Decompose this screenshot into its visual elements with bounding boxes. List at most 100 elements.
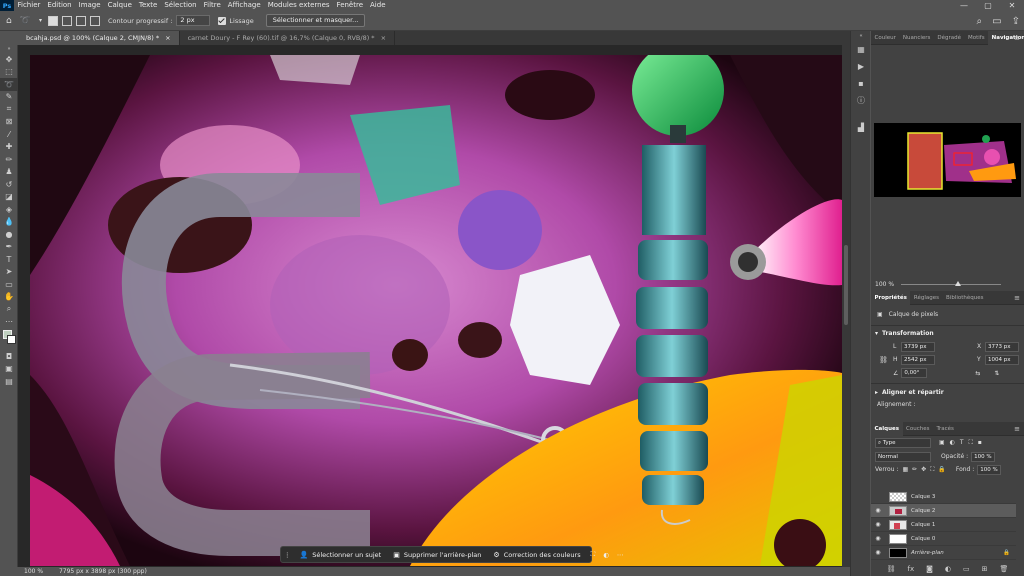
lasso-tool-icon[interactable]: ➰ (20, 16, 31, 26)
angle-field[interactable]: 0,00° (901, 368, 928, 378)
new-group-icon[interactable]: ▭ (963, 565, 970, 573)
brush-tool-icon[interactable]: ✏ (0, 153, 18, 166)
image-canvas[interactable] (30, 55, 842, 566)
tab-couches[interactable]: Couches (903, 422, 933, 436)
lock-icons[interactable]: ▦✏✥⛶🔒 (902, 466, 949, 474)
y-field[interactable]: 1004 px (985, 354, 1019, 365)
add-selection-icon[interactable] (61, 15, 72, 26)
layer-filter-select[interactable]: ⌕ Type (875, 438, 931, 448)
antialias-checkbox[interactable] (218, 16, 227, 25)
comments-icon[interactable]: ▪ (851, 75, 871, 92)
close-tab-icon[interactable]: × (165, 34, 170, 42)
workspace-icon[interactable]: ▭ (992, 16, 1001, 27)
history-icon[interactable]: ▦ (851, 41, 871, 58)
vertical-scrollbar[interactable] (842, 45, 850, 567)
more-tools-icon[interactable]: ⋯ (0, 316, 18, 329)
remove-background-button[interactable]: ▣ Supprimer l'arrière-plan (387, 546, 487, 563)
tab-couleur[interactable]: Couleur (871, 31, 899, 45)
flip-vertical-icon[interactable]: ⇅ (994, 370, 999, 377)
menu-modules-externes[interactable]: Modules externes (264, 0, 333, 11)
drag-handle-icon[interactable]: ⋮ (281, 546, 294, 563)
opacity-field[interactable]: 100 % (971, 451, 996, 462)
fx-icon[interactable]: fx (907, 565, 914, 573)
minimize-icon[interactable]: — (952, 0, 976, 11)
collapse-icon[interactable]: « (851, 31, 871, 41)
chain-icon[interactable]: ⛓ (879, 356, 893, 364)
layer-row[interactable]: Calque 3 (871, 490, 1016, 504)
link-layers-icon[interactable]: ⛓ (887, 565, 896, 573)
type-tool-icon[interactable]: T (0, 253, 18, 266)
eye-icon[interactable]: ◉ (871, 507, 885, 514)
width-field[interactable]: 3739 px (901, 341, 935, 352)
select-subject-button[interactable]: 👤 Sélectionner un sujet (294, 546, 388, 563)
menu-texte[interactable]: Texte (135, 0, 160, 11)
layer-row[interactable]: ◉ Calque 1 (871, 518, 1016, 532)
menu-edition[interactable]: Edition (44, 0, 75, 11)
stamp-tool-icon[interactable]: ♟ (0, 166, 18, 179)
menu-affichage[interactable]: Affichage (224, 0, 264, 11)
menu-fenetre[interactable]: Fenêtre (333, 0, 366, 11)
eraser-tool-icon[interactable]: ◪ (0, 191, 18, 204)
color-correction-button[interactable]: ⚙ Correction des couleurs (487, 546, 586, 563)
delete-layer-icon[interactable]: 🗑 (1000, 565, 1009, 573)
panel-menu-icon[interactable]: ≡ (1014, 422, 1020, 436)
transform-icon[interactable]: ⛶ (587, 546, 600, 563)
quick-mask-icon[interactable]: ◘ (0, 350, 18, 363)
screen-mode-icon[interactable]: ▣ (0, 363, 18, 376)
frame-tool-icon[interactable]: ⊠ (0, 116, 18, 129)
panel-menu-icon[interactable]: ≡ (1014, 291, 1020, 305)
contrast-icon[interactable]: ◐ (599, 546, 613, 563)
dodge-tool-icon[interactable]: ● (0, 228, 18, 241)
tab-bcahja[interactable]: bcahja.psd @ 100% (Calque 2, CMJN/8) * × (18, 31, 180, 45)
eye-icon[interactable]: ◉ (871, 535, 885, 542)
subtract-selection-icon[interactable] (75, 15, 86, 26)
zoom-slider-knob[interactable] (955, 281, 961, 286)
flip-horizontal-icon[interactable]: ⇆ (975, 370, 980, 377)
align-section-title[interactable]: ▸ Aligner et répartir (871, 387, 1024, 399)
height-field[interactable]: 2542 px (901, 354, 935, 365)
menu-aide[interactable]: Aide (367, 0, 389, 11)
add-mask-icon[interactable]: ◙ (926, 565, 933, 573)
crop-tool-icon[interactable]: ⌗ (0, 103, 18, 116)
actions-icon[interactable]: ▶ (851, 58, 871, 75)
new-layer-icon[interactable]: ⊞ (982, 565, 988, 573)
blend-mode-select[interactable]: Normal (875, 451, 931, 462)
menu-calque[interactable]: Calque (104, 0, 135, 11)
menu-selection[interactable]: Sélection (161, 0, 200, 11)
tab-reglages[interactable]: Réglages (910, 291, 942, 305)
tab-proprietes[interactable]: Propriétés (871, 290, 911, 305)
navigator-preview[interactable] (874, 123, 1021, 197)
tab-bibliotheques[interactable]: Bibliothèques (943, 291, 987, 305)
search-icon[interactable]: ⌕ (977, 16, 983, 27)
select-and-mask-button[interactable]: Sélectionner et masquer... (265, 14, 366, 27)
quick-selection-icon[interactable]: ✎ (0, 91, 18, 104)
color-swatches-icon[interactable] (0, 328, 18, 350)
close-tab-icon[interactable]: × (381, 34, 386, 42)
chevron-down-icon[interactable]: ▾ (39, 17, 42, 24)
zoom-slider[interactable] (901, 284, 1001, 285)
move-tool-icon[interactable]: ✥ (0, 53, 18, 66)
eyedropper-icon[interactable]: ⁄ (0, 128, 18, 141)
zoom-tool-icon[interactable]: ⌕ (0, 303, 18, 316)
history-brush-icon[interactable]: ↺ (0, 178, 18, 191)
scrollbar-thumb[interactable] (844, 245, 848, 325)
path-selection-icon[interactable]: ➤ (0, 266, 18, 279)
lasso-tool-icon[interactable]: ➰ (0, 78, 18, 91)
zoom-level[interactable]: 100 % (24, 568, 43, 575)
transform-section-title[interactable]: ▾ Transformation (871, 328, 1024, 340)
maximize-icon[interactable]: ▢ (976, 0, 1000, 11)
feather-input[interactable]: 2 px (176, 15, 211, 26)
intersect-selection-icon[interactable] (89, 15, 100, 26)
eye-icon[interactable]: ◉ (871, 521, 885, 528)
new-selection-icon[interactable] (47, 15, 58, 26)
tab-nuanciers[interactable]: Nuanciers (899, 31, 934, 45)
collapse-icon[interactable]: » (0, 45, 18, 53)
healing-brush-icon[interactable]: ✚ (0, 141, 18, 154)
filter-icons[interactable]: ▣◐T⛶▪ (939, 439, 987, 447)
paint-bucket-icon[interactable]: ◈ (0, 203, 18, 216)
menu-filtre[interactable]: Filtre (200, 0, 224, 11)
close-window-icon[interactable]: ✕ (1000, 0, 1024, 11)
menu-image[interactable]: Image (75, 0, 104, 11)
more-options-icon[interactable]: ⋯ (613, 546, 628, 563)
adjustment-layer-icon[interactable]: ◐ (945, 565, 951, 573)
